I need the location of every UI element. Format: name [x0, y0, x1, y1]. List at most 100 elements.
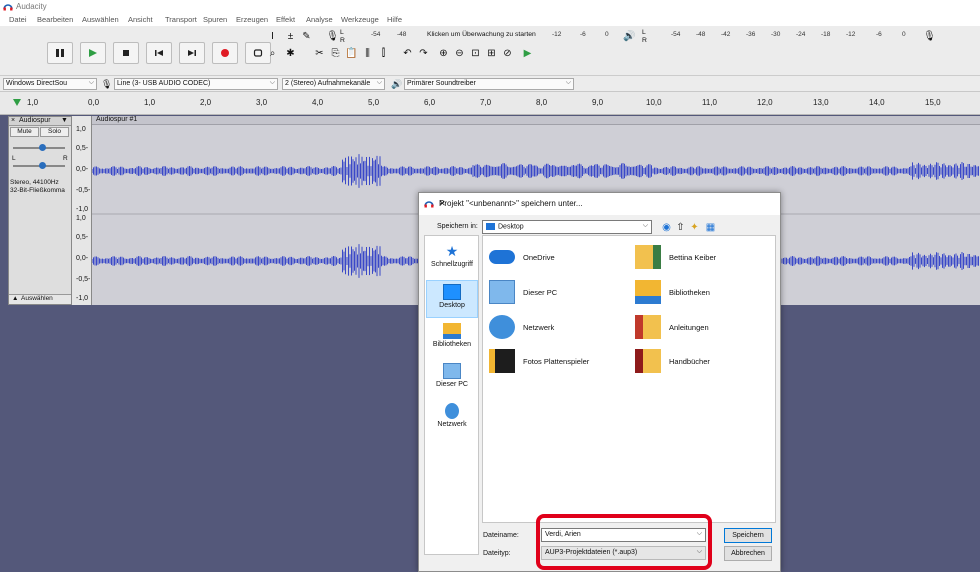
nav-desktop[interactable]: Desktop [426, 280, 478, 318]
timeline-options-icon[interactable] [12, 97, 22, 107]
stop-button[interactable] [113, 42, 139, 64]
file-item-this-pc[interactable]: Dieser PC [489, 277, 557, 307]
close-icon[interactable]: ✕ [439, 199, 772, 208]
file-name: OneDrive [523, 252, 555, 262]
copy-icon[interactable]: ⎘ [328, 46, 343, 60]
save-in-label: Speichern in: [437, 223, 478, 230]
multi-tool-icon[interactable]: ✱ [283, 46, 298, 60]
channels-select[interactable]: 2 (Stereo) Aufnahmekanäle ⌵ [282, 78, 385, 90]
folder-icon [635, 349, 661, 373]
zoom-in-icon[interactable]: ⊕ [436, 46, 451, 60]
draw-tool-icon[interactable]: ✎ [299, 29, 314, 43]
pan-slider-thumb[interactable] [39, 162, 46, 169]
record-button[interactable] [212, 42, 238, 64]
gain-slider-thumb[interactable] [39, 144, 46, 151]
file-item-anleitungen[interactable]: Anleitungen [635, 312, 709, 342]
input-device-select[interactable]: Line (3- USB AUDIO CODEC) ⌵ [114, 78, 278, 90]
track-name[interactable]: Audiospur [19, 117, 51, 124]
file-item-bettina[interactable]: Bettina Keiber [635, 242, 716, 272]
meter-tick: -48 [696, 31, 706, 38]
menu-transport[interactable]: Transport [165, 15, 197, 24]
file-item-onedrive[interactable]: OneDrive [489, 242, 555, 272]
nav-libraries[interactable]: Bibliotheken [426, 320, 478, 358]
cancel-button[interactable]: Abbrechen [724, 546, 772, 561]
file-item-network[interactable]: Netzwerk [489, 312, 554, 342]
zoom-toggle-icon[interactable]: ⊘ [500, 46, 515, 60]
meter-lr-right: R [340, 37, 345, 44]
microphone-icon[interactable]: 🎙 [325, 29, 340, 43]
nav-this-pc[interactable]: Dieser PC [426, 360, 478, 398]
select-track-button[interactable]: ▲ Auswählen [9, 294, 71, 304]
pause-button[interactable] [47, 42, 73, 64]
play-at-speed-icon[interactable]: ▶ [520, 46, 535, 60]
pan-left-label: L [12, 155, 16, 162]
zoom-out-icon[interactable]: ⊖ [452, 46, 467, 60]
menu-werkzeuge[interactable]: Werkzeuge [341, 15, 379, 24]
output-device-select[interactable]: Primärer Soundtreiber ⌵ [404, 78, 574, 90]
user-folder-icon [635, 245, 661, 269]
speaker-icon[interactable]: 🔊 [622, 29, 637, 43]
vertical-scale[interactable]: 1,0 0,5- 0,0- -0,5- -1,0 1,0 0,5- 0,0- -… [72, 116, 92, 305]
file-item-fotos[interactable]: Fotos Plattenspieler [489, 346, 589, 376]
device-toolbar: Windows DirectSou ⌵ 🎙 Line (3- USB AUDIO … [0, 76, 980, 92]
menu-analyse[interactable]: Analyse [306, 15, 333, 24]
view-menu-icon[interactable]: ▦ [703, 220, 718, 234]
audio-host-select[interactable]: Windows DirectSou ⌵ [3, 78, 97, 90]
mic-volume-icon[interactable]: 🎙 [922, 29, 937, 43]
menu-spuren[interactable]: Spuren [203, 15, 227, 24]
save-in-select[interactable]: Desktop ⌵ [482, 220, 652, 234]
trim-icon[interactable]: ⫼ [360, 46, 375, 60]
play-meter-lr-left: L [642, 29, 646, 36]
save-button[interactable]: Speichern [724, 528, 772, 543]
nav-network[interactable]: Netzwerk [426, 400, 478, 438]
skip-start-button[interactable] [146, 42, 172, 64]
file-item-bibliotheken[interactable]: Bibliotheken [635, 277, 710, 307]
filename-label: Dateiname: [483, 532, 519, 539]
fit-project-icon[interactable]: ⊞ [484, 46, 499, 60]
selection-tool-icon[interactable]: I [265, 29, 280, 43]
file-name: Fotos Plattenspieler [523, 356, 590, 366]
gain-slider[interactable] [13, 144, 65, 151]
menu-auswaehlen[interactable]: Auswählen [82, 15, 119, 24]
menu-bearbeiten[interactable]: Bearbeiten [37, 15, 73, 24]
skip-end-button[interactable] [179, 42, 205, 64]
play-button[interactable] [80, 42, 106, 64]
menu-ansicht[interactable]: Ansicht [128, 15, 153, 24]
silence-icon[interactable]: ⫿ [376, 46, 391, 60]
track-control-panel: × Audiospur ▼ Mute Solo L R Stereo, 4410… [8, 116, 72, 305]
up-folder-icon[interactable]: ⇧ [673, 220, 688, 234]
scale-label: 1,0 [76, 126, 86, 133]
nav-quick-access[interactable]: ★ Schnellzugriff [426, 240, 478, 278]
menu-datei[interactable]: Datei [9, 15, 27, 24]
menu-hilfe[interactable]: Hilfe [387, 15, 402, 24]
play-meter-lr-right: R [642, 37, 647, 44]
desktop-icon [443, 284, 461, 300]
undo-icon[interactable]: ↶ [400, 46, 415, 60]
pan-slider[interactable] [13, 162, 65, 169]
menu-erzeugen[interactable]: Erzeugen [236, 15, 268, 24]
clip-header[interactable]: Audiospur #1 [92, 116, 980, 125]
new-folder-icon[interactable]: ✦ [687, 220, 702, 234]
save-label: Speichern [732, 532, 764, 539]
back-icon[interactable]: ◉ [659, 220, 674, 234]
file-item-handbuecher[interactable]: Handbücher [635, 346, 710, 376]
file-name: Handbücher [669, 356, 710, 366]
ruler-tick: 14,0 [869, 98, 885, 107]
timeline-ruler[interactable]: 1,0 0,0 1,0 2,0 3,0 4,0 5,0 6,0 7,0 8,0 … [0, 92, 980, 115]
paste-icon[interactable]: 📋 [344, 46, 359, 60]
track-header: × Audiospur ▼ [9, 117, 71, 126]
menu-effekt[interactable]: Effekt [276, 15, 295, 24]
close-icon[interactable]: × [11, 117, 15, 124]
network-icon [445, 403, 459, 419]
fit-selection-icon[interactable]: ⊡ [468, 46, 483, 60]
record-meter-hint[interactable]: Klicken um Überwachung zu starten [427, 31, 536, 38]
envelope-tool-icon[interactable]: ± [283, 29, 298, 43]
mute-button[interactable]: Mute [10, 127, 39, 137]
chevron-down-icon[interactable]: ▼ [61, 117, 68, 124]
redo-icon[interactable]: ↷ [416, 46, 431, 60]
cut-icon[interactable]: ✂ [312, 46, 327, 60]
record-icon [221, 49, 229, 57]
loop-icon [253, 49, 263, 57]
solo-button[interactable]: Solo [40, 127, 69, 137]
zoom-tool-icon[interactable]: ⌕ [265, 46, 280, 60]
